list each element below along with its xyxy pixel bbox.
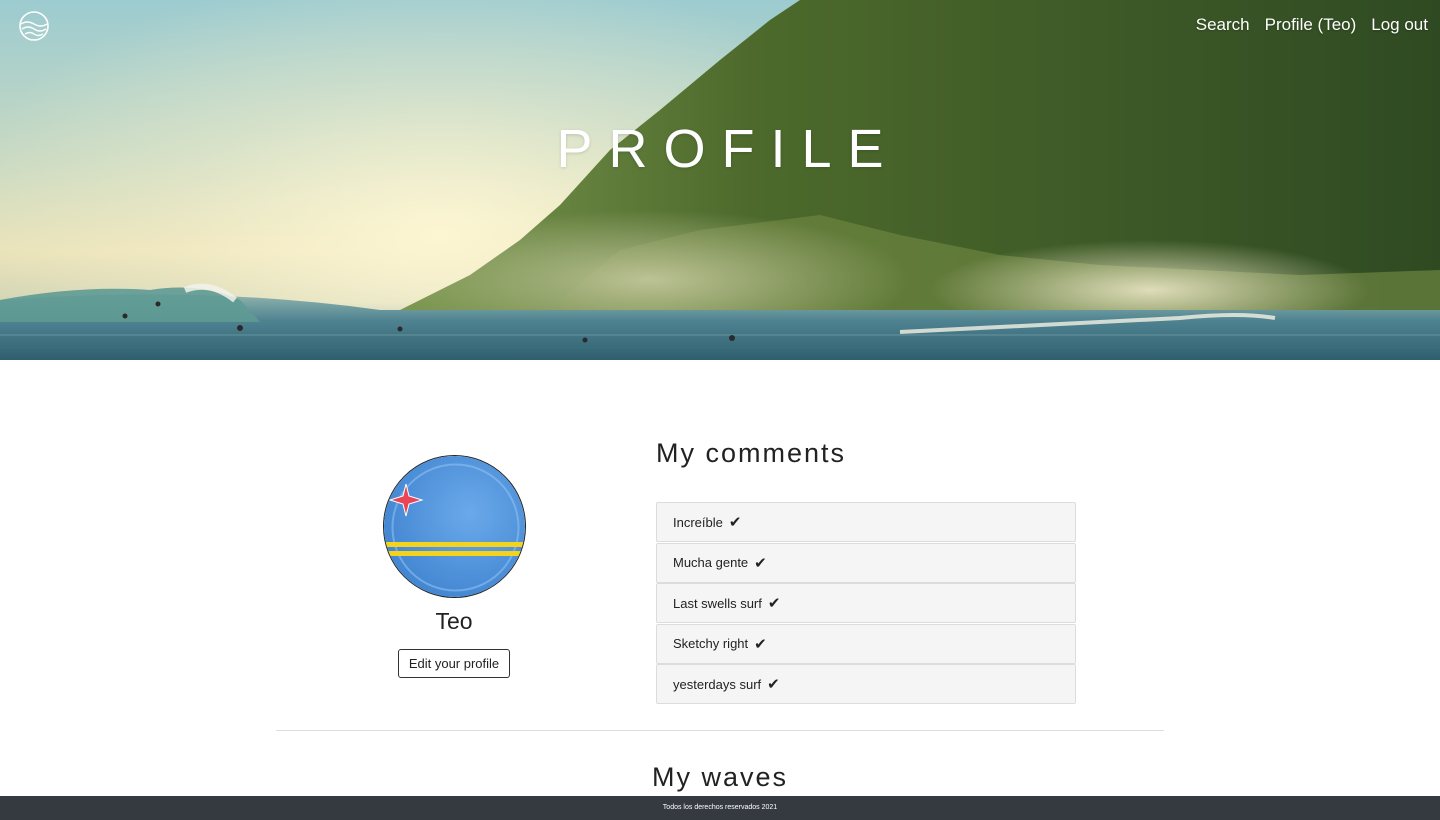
- edit-profile-button[interactable]: Edit your profile: [397, 649, 511, 678]
- checkmark-icon: ✔: [754, 554, 767, 572]
- nav-profile-link[interactable]: Profile (Teo): [1265, 15, 1357, 35]
- comment-item[interactable]: Last swells surf ✔: [656, 583, 1076, 623]
- checkmark-icon: ✔: [728, 514, 742, 531]
- checkmark-icon: ✔: [767, 595, 781, 612]
- profile-avatar: [382, 455, 526, 598]
- surf-landscape-image: [0, 0, 1440, 360]
- aruba-flag-avatar: [383, 456, 525, 597]
- hero-banner: Search Profile (Teo) Log out PROFILE: [0, 0, 1440, 360]
- section-divider: [276, 730, 1164, 731]
- profile-card: Teo Edit your profile: [354, 455, 554, 678]
- comments-list: Increíble ✔ Mucha gente ✔ Last swells su…: [656, 502, 1076, 705]
- comment-item[interactable]: Increíble ✔: [656, 502, 1076, 542]
- waves-heading: My waves: [651, 762, 789, 792]
- nav-logout-link[interactable]: Log out: [1371, 15, 1428, 35]
- footer-copyright: Todos los derechos reservados 2021: [662, 804, 778, 811]
- checkmark-icon: ✔: [754, 635, 767, 653]
- wave-logo-icon[interactable]: [18, 10, 50, 42]
- comments-heading: My comments: [656, 438, 847, 468]
- nav-search-link[interactable]: Search: [1196, 15, 1250, 35]
- comment-text: Increíble: [673, 514, 723, 530]
- comment-item[interactable]: yesterdays surf ✔: [656, 664, 1076, 704]
- profile-username: Teo: [435, 608, 473, 634]
- comment-text: Sketchy right: [673, 636, 749, 651]
- page-title: PROFILE: [556, 119, 900, 179]
- comment-item[interactable]: Sketchy right ✔: [656, 623, 1076, 664]
- comment-text: Mucha gente: [673, 555, 749, 570]
- footer: Todos los derechos reservados 2021: [0, 796, 1440, 820]
- comment-text: Last swells surf: [673, 595, 762, 611]
- comment-text: yesterdays surf: [673, 676, 762, 692]
- checkmark-icon: ✔: [767, 676, 780, 693]
- top-nav: Search Profile (Teo) Log out: [1196, 15, 1428, 35]
- comment-item[interactable]: Mucha gente ✔: [656, 542, 1076, 583]
